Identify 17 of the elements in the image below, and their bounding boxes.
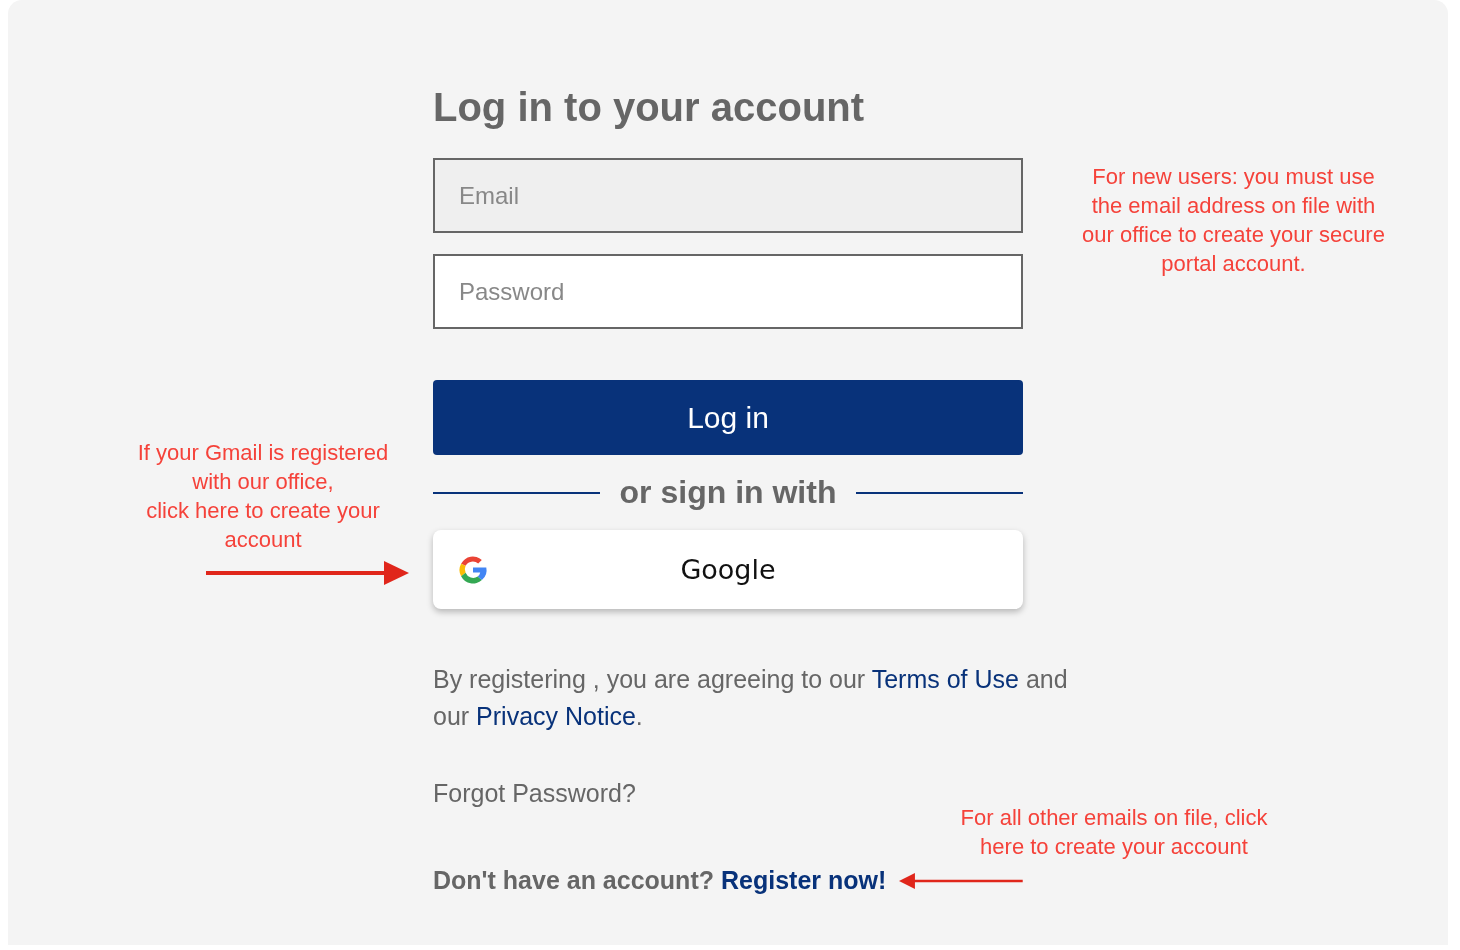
divider-text: or sign in with — [619, 474, 837, 511]
input-field[interactable]: Email — [433, 158, 1023, 233]
page-title: Log in to your account — [433, 84, 866, 131]
login-button[interactable]: Log in — [433, 380, 1023, 455]
input-field[interactable]: Password — [433, 254, 1023, 329]
register-link[interactable]: Register now! — [721, 862, 887, 899]
terms-link[interactable]: Privacy Notice — [476, 702, 636, 730]
annotation-note: For all other emails on file, click here to create your account — [959, 804, 1269, 861]
terms-text: By registering , you are agreeing to our Terms of Use and our Privacy Notice. — [433, 664, 1069, 732]
register-prompt: Don't have an account? — [433, 865, 714, 896]
google-g-icon — [457, 554, 489, 586]
arrow-icon — [206, 560, 409, 586]
google-button[interactable]: Google — [433, 530, 1023, 609]
annotation-note: If your Gmail is registered with our office, click here to create your account — [136, 439, 390, 554]
terms-link[interactable]: Terms of Use — [871, 665, 1019, 693]
forgot-password-link[interactable]: Forgot Password? — [433, 775, 636, 812]
annotation-note: For new users: you must use the email address on file with our office to create your secure portal account. — [1081, 163, 1386, 278]
